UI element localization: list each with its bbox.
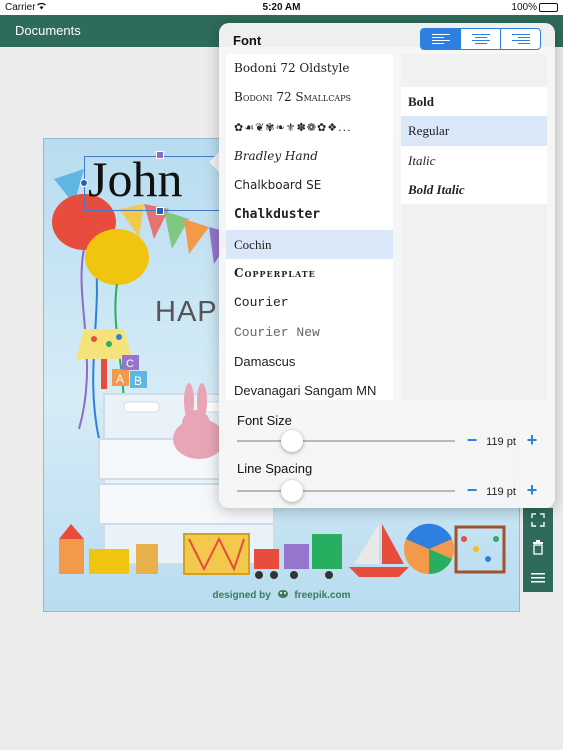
align-right-button[interactable]	[500, 29, 540, 49]
credit-brand: freepik.com	[294, 590, 351, 601]
font-size-decrease-button[interactable]: −	[465, 431, 479, 449]
align-center-icon	[471, 33, 490, 45]
object-toolbar	[523, 508, 553, 592]
freepik-logo-icon	[277, 588, 289, 601]
font-row-bradley-hand[interactable]: Bradley Hand	[226, 142, 393, 171]
menu-lines-icon[interactable]	[523, 564, 553, 592]
font-row-copperplate[interactable]: Copperplate	[226, 259, 393, 288]
font-style-list[interactable]: Bold Regular Italic Bold Italic	[401, 54, 547, 400]
font-popover: Font Bodoni 72 Oldstyle Bodoni 72 Smallc…	[219, 23, 555, 508]
rotate-handle[interactable]	[156, 151, 164, 159]
credit-line: designed by freepik.com	[44, 588, 519, 601]
battery-icon	[539, 3, 558, 12]
font-size-slider-thumb[interactable]	[280, 430, 303, 452]
svg-text:B: B	[134, 374, 142, 388]
font-row-chalkduster[interactable]: Chalkduster	[226, 200, 393, 229]
trash-icon[interactable]	[523, 536, 553, 564]
line-spacing-decrease-button[interactable]: −	[465, 481, 479, 499]
line-spacing-increase-button[interactable]: +	[525, 481, 539, 499]
text-alignment-segmented-control	[420, 28, 541, 50]
fit-frame-icon[interactable]	[523, 508, 553, 536]
style-row-regular[interactable]: Regular	[401, 116, 547, 146]
style-row-bold-italic[interactable]: Bold Italic	[401, 174, 547, 205]
style-row-bold[interactable]: Bold	[401, 87, 547, 117]
line-spacing-value: 119 pt	[486, 486, 516, 498]
font-row-bodoni-72-smallcaps[interactable]: Bodoni 72 Smallcaps	[226, 83, 393, 112]
font-row-devanagari-sangam-mn[interactable]: Devanagari Sangam MN	[226, 376, 393, 400]
svg-text:A: A	[116, 372, 124, 386]
font-row-courier-new[interactable]: Courier New	[226, 318, 393, 347]
font-row-chalkboard-se[interactable]: Chalkboard SE	[226, 171, 393, 200]
font-row-bodoni-72-oldstyle[interactable]: Bodoni 72 Oldstyle	[226, 54, 393, 83]
resize-handle-bottom[interactable]	[156, 207, 164, 215]
clock: 5:20 AM	[262, 2, 301, 13]
battery-percentage: 100%	[511, 2, 537, 13]
line-spacing-label: Line Spacing	[237, 461, 313, 476]
size-spacing-controls: Font Size − 119 pt + Line Spacing − 119 …	[219, 400, 555, 508]
svg-text:C: C	[126, 358, 134, 370]
font-row-damascus[interactable]: Damascus	[226, 347, 393, 376]
credit-prefix: designed by	[212, 590, 271, 601]
line-spacing-slider-track[interactable]	[237, 490, 455, 492]
card-banner-text[interactable]: HAP	[155, 296, 218, 329]
align-right-icon	[511, 33, 530, 45]
font-row-courier[interactable]: Courier	[226, 288, 393, 317]
font-row-ornaments[interactable]: ✿☙❦✾❧⚜✽❁✿❖...	[226, 113, 393, 142]
font-size-increase-button[interactable]: +	[525, 431, 539, 449]
style-row-italic[interactable]: Italic	[401, 145, 547, 175]
font-row-cochin[interactable]: Cochin	[226, 229, 393, 260]
align-left-icon	[431, 33, 450, 45]
line-spacing-slider-thumb[interactable]	[280, 480, 303, 502]
resize-handle-left[interactable]	[80, 179, 88, 187]
font-size-slider-track[interactable]	[237, 440, 455, 442]
status-bar: Carrier 5:20 AM 100%	[0, 0, 563, 15]
align-center-button[interactable]	[460, 29, 500, 49]
documents-back-button[interactable]: Documents	[15, 23, 81, 38]
font-size-label: Font Size	[237, 413, 292, 428]
font-family-list[interactable]: Bodoni 72 Oldstyle Bodoni 72 Smallcaps ✿…	[226, 54, 393, 400]
popover-title: Font	[233, 33, 262, 48]
font-size-value: 119 pt	[486, 436, 516, 448]
align-left-button[interactable]	[421, 29, 460, 49]
